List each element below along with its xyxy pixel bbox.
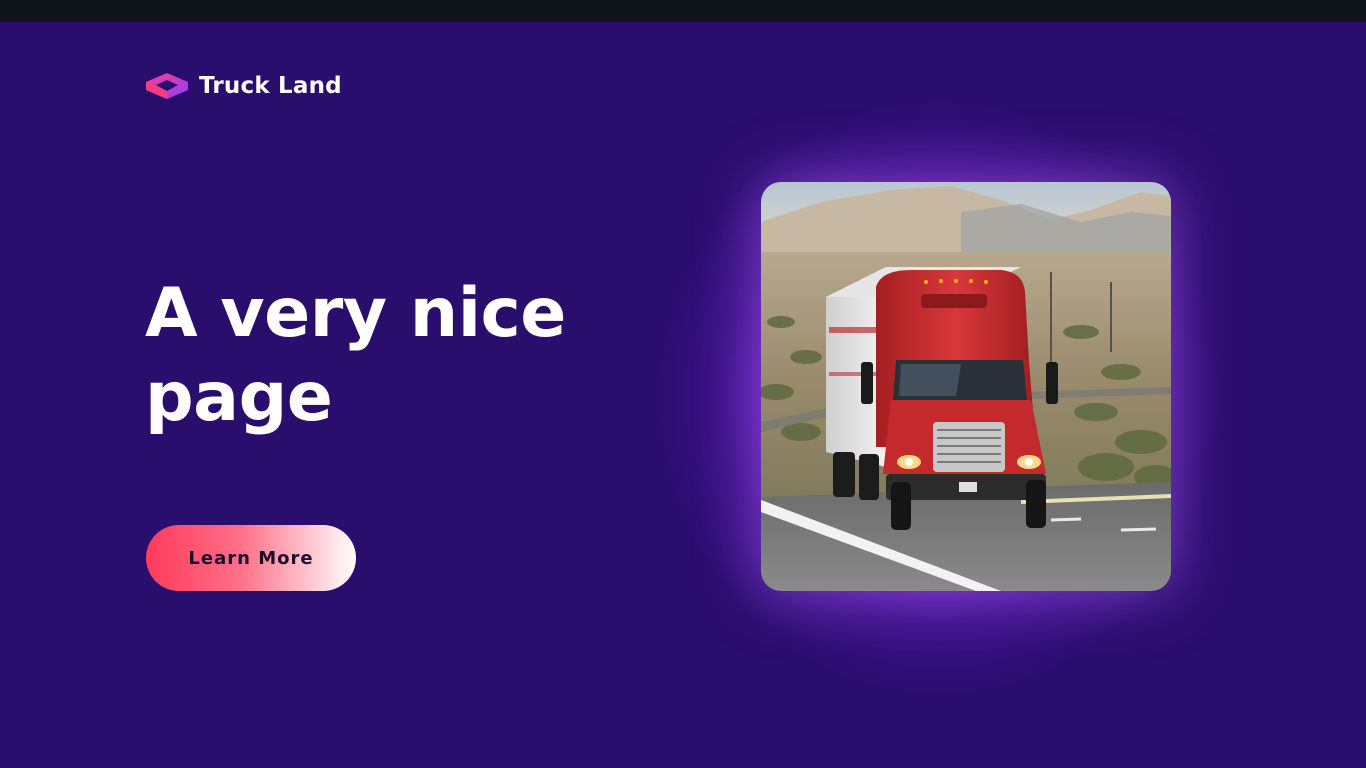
truck-illustration [761,182,1171,591]
brand-link[interactable]: Truck Land [145,72,342,100]
truck-image [761,182,1171,591]
hexagon-logo-icon [146,73,188,99]
learn-more-button[interactable]: Learn More [146,525,356,591]
browser-top-bar [0,0,1366,22]
brand-name: Truck Land [199,73,342,99]
hero-title: A very nice page [145,274,566,437]
hero-section: Truck Land A very nice page Learn More [0,22,1366,768]
